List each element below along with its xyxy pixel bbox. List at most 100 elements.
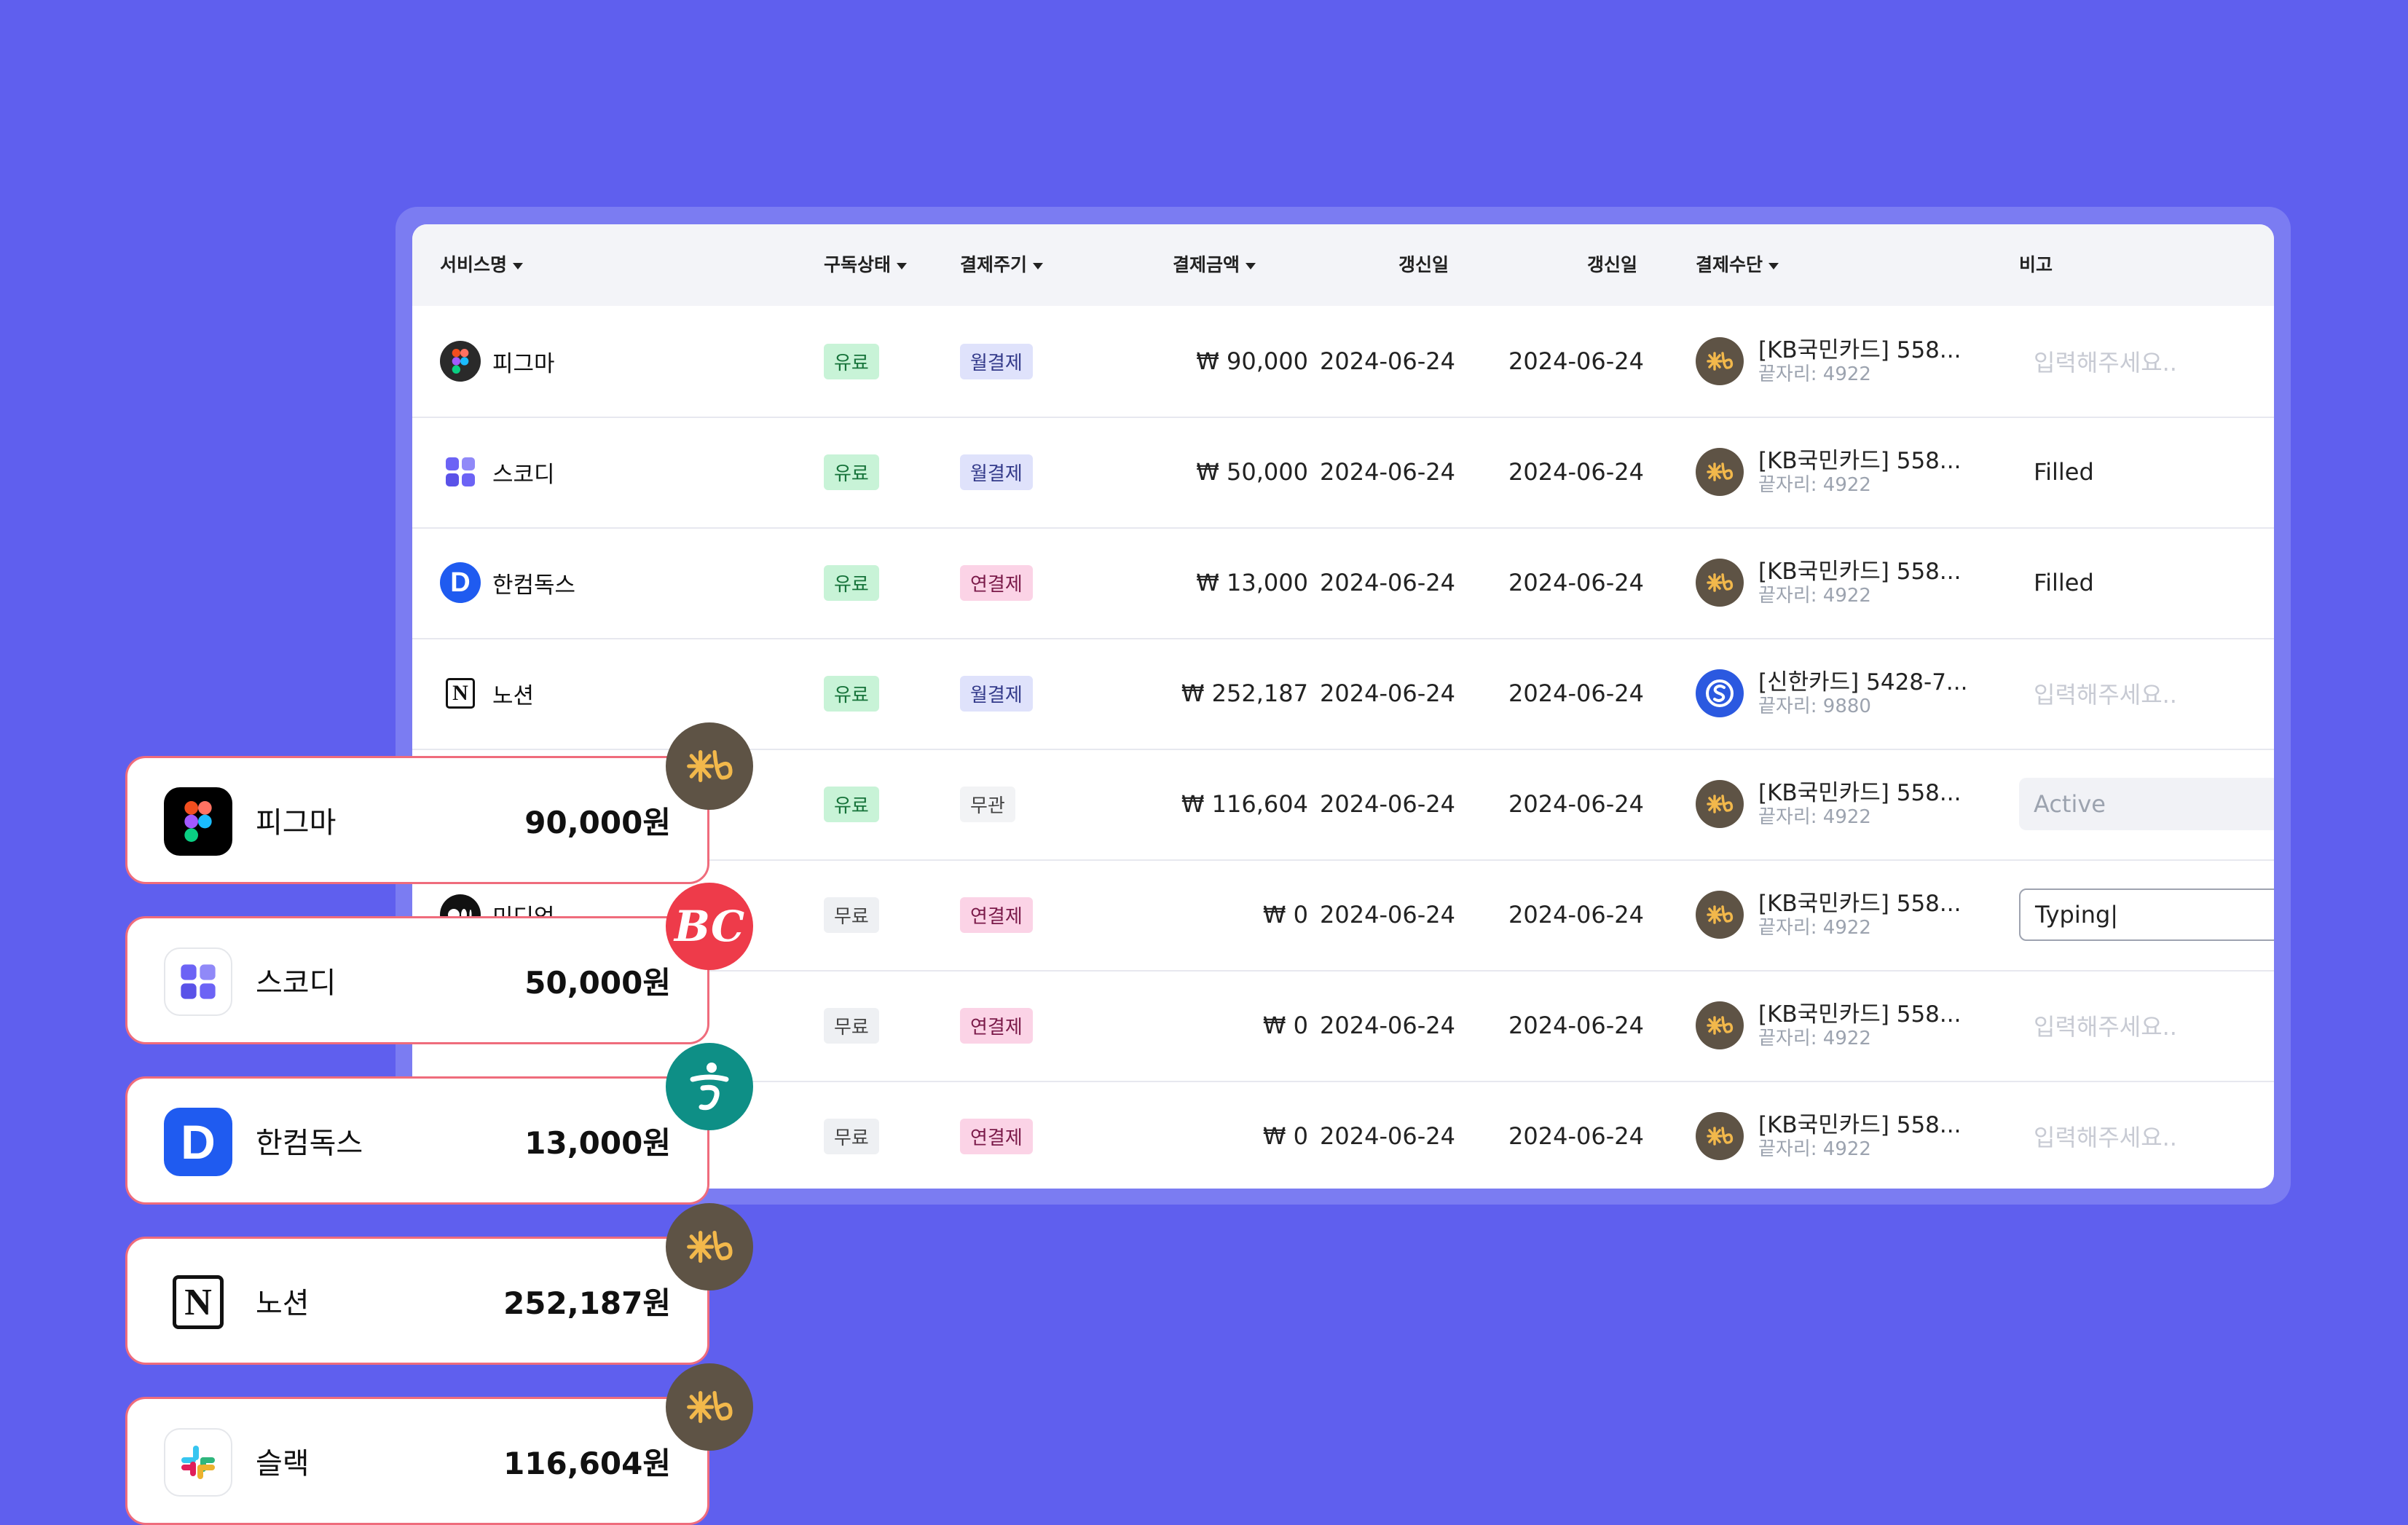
service-cell: 피그마 (440, 306, 555, 417)
memo-placeholder[interactable]: 입력해주세요.. (2034, 1009, 2177, 1042)
card-last-digits: 끝자리: 4922 (1758, 1028, 1871, 1049)
payment-cell[interactable]: [KB국민카드] 558... 끝자리: 4922 (1696, 527, 1961, 638)
subscription-card[interactable]: N 노션 252,187원 (125, 1237, 709, 1365)
renew-date: 2024-06-24 (1508, 679, 1644, 707)
notion-icon: N (440, 673, 481, 714)
scody-icon (440, 452, 481, 492)
table-row[interactable]: 스코디 유료 월결제 ₩ 50,000 2024-06-24 2024-06-2… (412, 417, 2274, 529)
caret-down-icon (1768, 262, 1779, 269)
renew-date: 2024-06-24 (1320, 679, 1455, 707)
kb-card-icon (1696, 1001, 1744, 1049)
card-last-digits: 끝자리: 9880 (1758, 695, 1871, 717)
header-memo: 비고 (2019, 254, 2053, 275)
memo-input[interactable]: Typing| (2019, 888, 2274, 941)
memo-active-field[interactable]: Active (2019, 778, 2274, 830)
payment-cell[interactable]: [신한카드] 5428-7... 끝자리: 9880 (1696, 638, 1968, 749)
status-badge: 유료 (824, 343, 879, 379)
memo-placeholder[interactable]: 입력해주세요.. (2034, 677, 2177, 710)
subscription-card[interactable]: 스코디 50,000원 (125, 916, 709, 1044)
subscription-card[interactable]: D 한컴독스 13,000원 (125, 1076, 709, 1205)
header-status[interactable]: 구독상태 (824, 224, 908, 306)
cycle-badge: 연결제 (960, 564, 1033, 601)
card-amount: 252,187원 (503, 1285, 671, 1321)
figma-icon (164, 787, 232, 856)
renew-date: 2024-06-24 (1508, 1122, 1644, 1150)
kb-card-icon (666, 1203, 753, 1290)
card-last-digits: 끝자리: 4922 (1758, 474, 1871, 496)
card-last-digits: 끝자리: 4922 (1758, 1138, 1871, 1160)
card-last-digits: 끝자리: 4922 (1758, 806, 1871, 828)
notion-icon: N (164, 1268, 232, 1336)
cycle-badge: 월결제 (960, 343, 1033, 379)
amount-value: ₩ 0 (1262, 901, 1308, 929)
card-name: [KB국민카드] 558... (1758, 448, 1962, 474)
table-row[interactable]: D 한컴독스 유료 연결제 ₩ 13,000 2024-06-24 2024-0… (412, 527, 2274, 639)
header-cycle[interactable]: 결제주기 (960, 224, 1044, 306)
card-amount: 13,000원 (524, 1124, 671, 1161)
amount-value: ₩ 13,000 (1196, 569, 1308, 596)
status-badge: 유료 (824, 564, 879, 601)
renew-date: 2024-06-24 (1320, 901, 1455, 929)
service-name: 한컴독스 (492, 572, 576, 599)
kb-card-icon (1696, 448, 1744, 496)
caret-down-icon (513, 262, 524, 269)
cycle-badge: 연결제 (960, 897, 1033, 933)
memo-value[interactable]: Filled (2034, 458, 2094, 486)
header-payment[interactable]: 결제수단 (1696, 224, 1779, 306)
renew-date: 2024-06-24 (1508, 458, 1644, 486)
card-last-digits: 끝자리: 4922 (1758, 917, 1871, 939)
renew-date: 2024-06-24 (1508, 1012, 1644, 1039)
card-service-name: 노션 (256, 1287, 310, 1320)
status-badge: 유료 (824, 786, 879, 822)
caret-down-icon (1246, 262, 1256, 269)
payment-cell[interactable]: [KB국민카드] 558... 끝자리: 4922 (1696, 1081, 1961, 1189)
kb-card-icon (666, 722, 753, 810)
service-name: 노션 (492, 682, 535, 709)
payment-cell[interactable]: [KB국민카드] 558... 끝자리: 4922 (1696, 306, 1961, 417)
card-name: [KB국민카드] 558... (1758, 1112, 1962, 1138)
amount-value: ₩ 252,187 (1181, 679, 1308, 707)
amount-value: ₩ 0 (1262, 1012, 1308, 1039)
renew-date: 2024-06-24 (1320, 347, 1455, 375)
header-amount[interactable]: 결제금액 (1173, 224, 1256, 306)
renew-date: 2024-06-24 (1508, 901, 1644, 929)
table-row[interactable]: 피그마 유료 월결제 ₩ 90,000 2024-06-24 2024-06-2… (412, 306, 2274, 418)
subscription-card[interactable]: 슬랙 116,604원 (125, 1397, 709, 1525)
hancomdocs-icon: D (440, 562, 481, 603)
renew-date: 2024-06-24 (1320, 569, 1455, 596)
card-service-name: 피그마 (256, 806, 337, 840)
header-renew-2: 갱신일 (1587, 254, 1638, 275)
service-name: 피그마 (492, 350, 555, 377)
card-name: [KB국민카드] 558... (1758, 780, 1962, 806)
scody-icon (164, 947, 232, 1016)
payment-cell[interactable]: [KB국민카드] 558... 끝자리: 4922 (1696, 749, 1961, 859)
cycle-badge: 무관 (960, 786, 1015, 822)
kb-card-icon (1696, 1112, 1744, 1160)
payment-cell[interactable]: [KB국민카드] 558... 끝자리: 4922 (1696, 859, 1961, 970)
memo-value[interactable]: Filled (2034, 569, 2094, 596)
service-name: 스코디 (492, 461, 555, 488)
kb-card-icon (1696, 559, 1744, 607)
card-name: [신한카드] 5428-7... (1758, 669, 1968, 695)
memo-placeholder[interactable]: 입력해주세요.. (2034, 1119, 2177, 1153)
caret-down-icon (897, 262, 908, 269)
card-service-name: 슬랙 (256, 1447, 310, 1481)
status-badge: 무료 (824, 1118, 879, 1154)
payment-cell[interactable]: [KB국민카드] 558... 끝자리: 4922 (1696, 970, 1961, 1081)
payment-cell[interactable]: [KB국민카드] 558... 끝자리: 4922 (1696, 417, 1961, 527)
card-name: [KB국민카드] 558... (1758, 337, 1962, 363)
memo-placeholder[interactable]: 입력해주세요.. (2034, 344, 2177, 378)
caret-down-icon (1033, 262, 1044, 269)
figma-icon (440, 341, 481, 382)
hana-card-icon (666, 1043, 753, 1130)
bc-card-icon: BC (666, 883, 753, 970)
card-service-name: 한컴독스 (256, 1127, 363, 1160)
cycle-badge: 연결제 (960, 1007, 1033, 1044)
status-badge: 무료 (824, 897, 879, 933)
service-cell: 스코디 (440, 417, 555, 527)
renew-date: 2024-06-24 (1508, 347, 1644, 375)
amount-value: ₩ 50,000 (1196, 458, 1308, 486)
header-service[interactable]: 서비스명 (440, 224, 524, 306)
card-last-digits: 끝자리: 4922 (1758, 585, 1871, 607)
subscription-card[interactable]: 피그마 90,000원 (125, 756, 709, 884)
